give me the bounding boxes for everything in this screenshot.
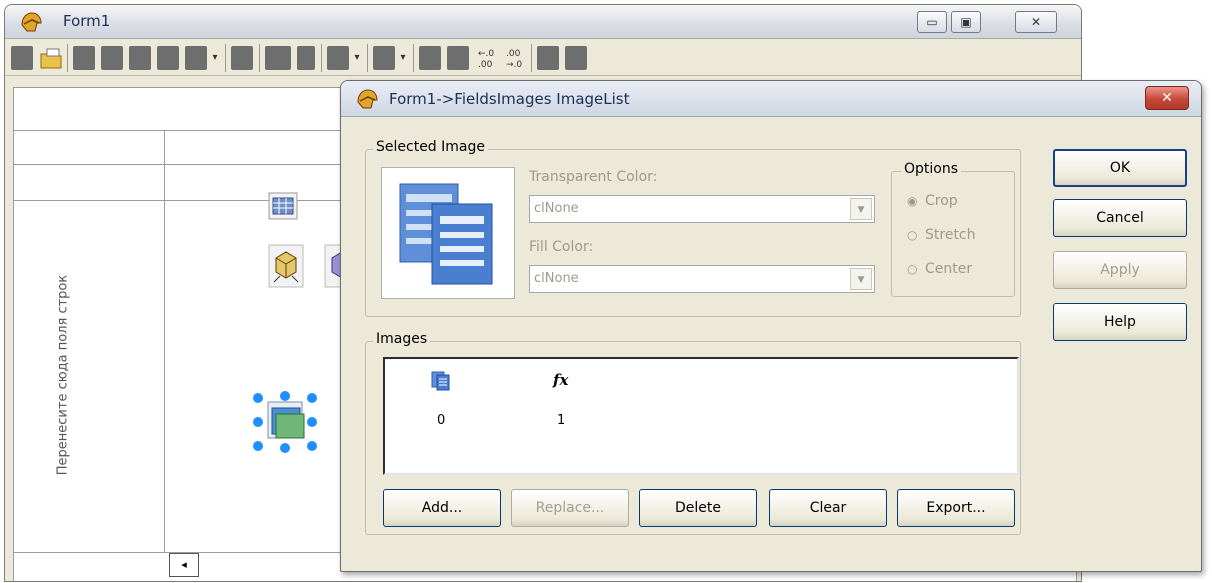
toolbar-grid-icon[interactable] <box>73 46 95 70</box>
transparent-color-label: Transparent Color: <box>529 169 658 185</box>
dbgrid-component-icon[interactable] <box>268 192 298 220</box>
toolbar-export-icon[interactable] <box>565 46 587 70</box>
chevron-down-icon[interactable]: ▼ <box>850 198 872 220</box>
svg-text:.00: .00 <box>506 49 521 59</box>
toolbar-new-icon[interactable] <box>11 46 33 70</box>
svg-text:→.0: →.0 <box>506 60 522 70</box>
form1-close-button[interactable]: ✕ <box>1015 11 1057 33</box>
radio-checked-icon: ◉ <box>907 194 918 208</box>
app-helmet-icon <box>357 89 378 109</box>
fill-color-value: clNone <box>534 271 579 286</box>
option-crop-radio[interactable]: ◉ Crop <box>907 193 958 209</box>
add-button[interactable]: Add... <box>383 489 501 527</box>
selected-image-legend: Selected Image <box>373 139 488 155</box>
toolbar-copy-icon[interactable] <box>101 46 123 70</box>
grid-line <box>164 130 165 552</box>
toolbar-dropdown-arrow[interactable]: ▾ <box>397 48 409 68</box>
fx-icon: fx <box>553 371 569 389</box>
toolbar-sort-icon[interactable] <box>297 46 315 70</box>
toolbar-separator <box>413 44 414 72</box>
dialog-close-button[interactable]: ✕ <box>1145 86 1189 110</box>
app-helmet-icon <box>21 12 42 32</box>
maximize-icon: ▣ <box>960 15 972 29</box>
selected-image-preview <box>381 167 515 299</box>
form1-title: Form1 <box>63 12 111 30</box>
toolbar-separator <box>367 44 368 72</box>
option-stretch-radio[interactable]: ○ Stretch <box>907 227 976 243</box>
toolbar-separator <box>531 44 532 72</box>
option-center-radio[interactable]: ○ Center <box>907 261 972 277</box>
images-listview[interactable]: 0 fx 1 <box>383 357 1019 475</box>
toolbar-decrease-decimal-icon[interactable]: ←.0 .00 <box>475 46 499 70</box>
scroll-left-icon: ◂ <box>181 558 187 571</box>
help-button[interactable]: Help <box>1053 303 1187 341</box>
toolbar-paste-icon[interactable] <box>129 46 151 70</box>
delete-button[interactable]: Delete <box>639 489 757 527</box>
toolbar-separator <box>225 44 226 72</box>
toolbar-filter-icon[interactable] <box>231 46 253 70</box>
replace-button[interactable]: Replace... <box>511 489 629 527</box>
apply-button[interactable]: Apply <box>1053 251 1187 289</box>
fill-color-label: Fill Color: <box>529 239 594 255</box>
table-grid-icon <box>431 371 450 391</box>
minimize-icon: ▭ <box>926 15 938 29</box>
close-icon: ✕ <box>1030 15 1042 29</box>
dialog-title-bar[interactable]: Form1->FieldsImages ImageList ✕ <box>341 81 1201 117</box>
form1-title-bar[interactable]: Form1 ▭ ▣ ✕ <box>5 5 1081 39</box>
transparent-color-combo[interactable]: clNone ▼ <box>529 195 875 223</box>
imagelist-component-icon[interactable] <box>250 390 320 454</box>
toolbar-fill-color-icon[interactable] <box>327 46 349 70</box>
fill-color-combo[interactable]: clNone ▼ <box>529 265 875 293</box>
datasource-cube-component-icon[interactable] <box>268 244 304 288</box>
toolbar-separator <box>259 44 260 72</box>
imagelist-editor-dialog: Form1->FieldsImages ImageList ✕ Selected… <box>340 80 1202 572</box>
radio-unchecked-icon: ○ <box>907 262 918 276</box>
cancel-button[interactable]: Cancel <box>1053 199 1187 237</box>
options-legend: Options <box>901 161 962 177</box>
image-index: 0 <box>437 413 446 428</box>
toolbar-edit-icon[interactable] <box>157 46 179 70</box>
dialog-title: Form1->FieldsImages ImageList <box>389 90 630 108</box>
table-grid-icon <box>399 183 493 285</box>
toolbar-font-color-icon[interactable] <box>373 46 395 70</box>
minimize-button[interactable]: ▭ <box>917 11 947 33</box>
drop-row-fields-hint: Перенесите сюда поля строк <box>55 274 71 476</box>
toolbar-separator <box>67 44 68 72</box>
toolbar-chart-icon[interactable] <box>537 46 559 70</box>
image-item[interactable]: fx 1 <box>541 371 581 431</box>
toolbar-dropdown-arrow[interactable]: ▾ <box>209 48 221 68</box>
form1-toolbar: ▾ ▾ ▾ ←.0 .00 .00 →.0 <box>5 40 1081 76</box>
image-index: 1 <box>557 413 566 428</box>
toolbar-separator <box>321 44 322 72</box>
svg-text:←.0: ←.0 <box>478 49 494 59</box>
transparent-color-value: clNone <box>534 201 579 216</box>
toolbar-binoculars-icon[interactable] <box>265 46 291 70</box>
maximize-button[interactable]: ▣ <box>951 11 981 33</box>
chevron-down-icon[interactable]: ▼ <box>850 268 872 290</box>
image-item[interactable]: 0 <box>423 371 463 431</box>
toolbar-currency-icon[interactable] <box>447 46 469 70</box>
close-icon: ✕ <box>1161 90 1173 106</box>
radio-unchecked-icon: ○ <box>907 228 918 242</box>
export-button[interactable]: Export... <box>897 489 1015 527</box>
ok-button[interactable]: OK <box>1053 149 1187 187</box>
svg-text:.00: .00 <box>478 60 493 70</box>
toolbar-layout-icon[interactable] <box>185 46 207 70</box>
toolbar-open-folder-icon[interactable] <box>39 46 63 70</box>
clear-button[interactable]: Clear <box>769 489 887 527</box>
scroll-left-button[interactable]: ◂ <box>169 553 199 577</box>
images-legend: Images <box>373 331 431 347</box>
toolbar-format-icon[interactable] <box>419 46 441 70</box>
toolbar-dropdown-arrow[interactable]: ▾ <box>351 48 363 68</box>
toolbar-increase-decimal-icon[interactable]: .00 →.0 <box>503 46 527 70</box>
